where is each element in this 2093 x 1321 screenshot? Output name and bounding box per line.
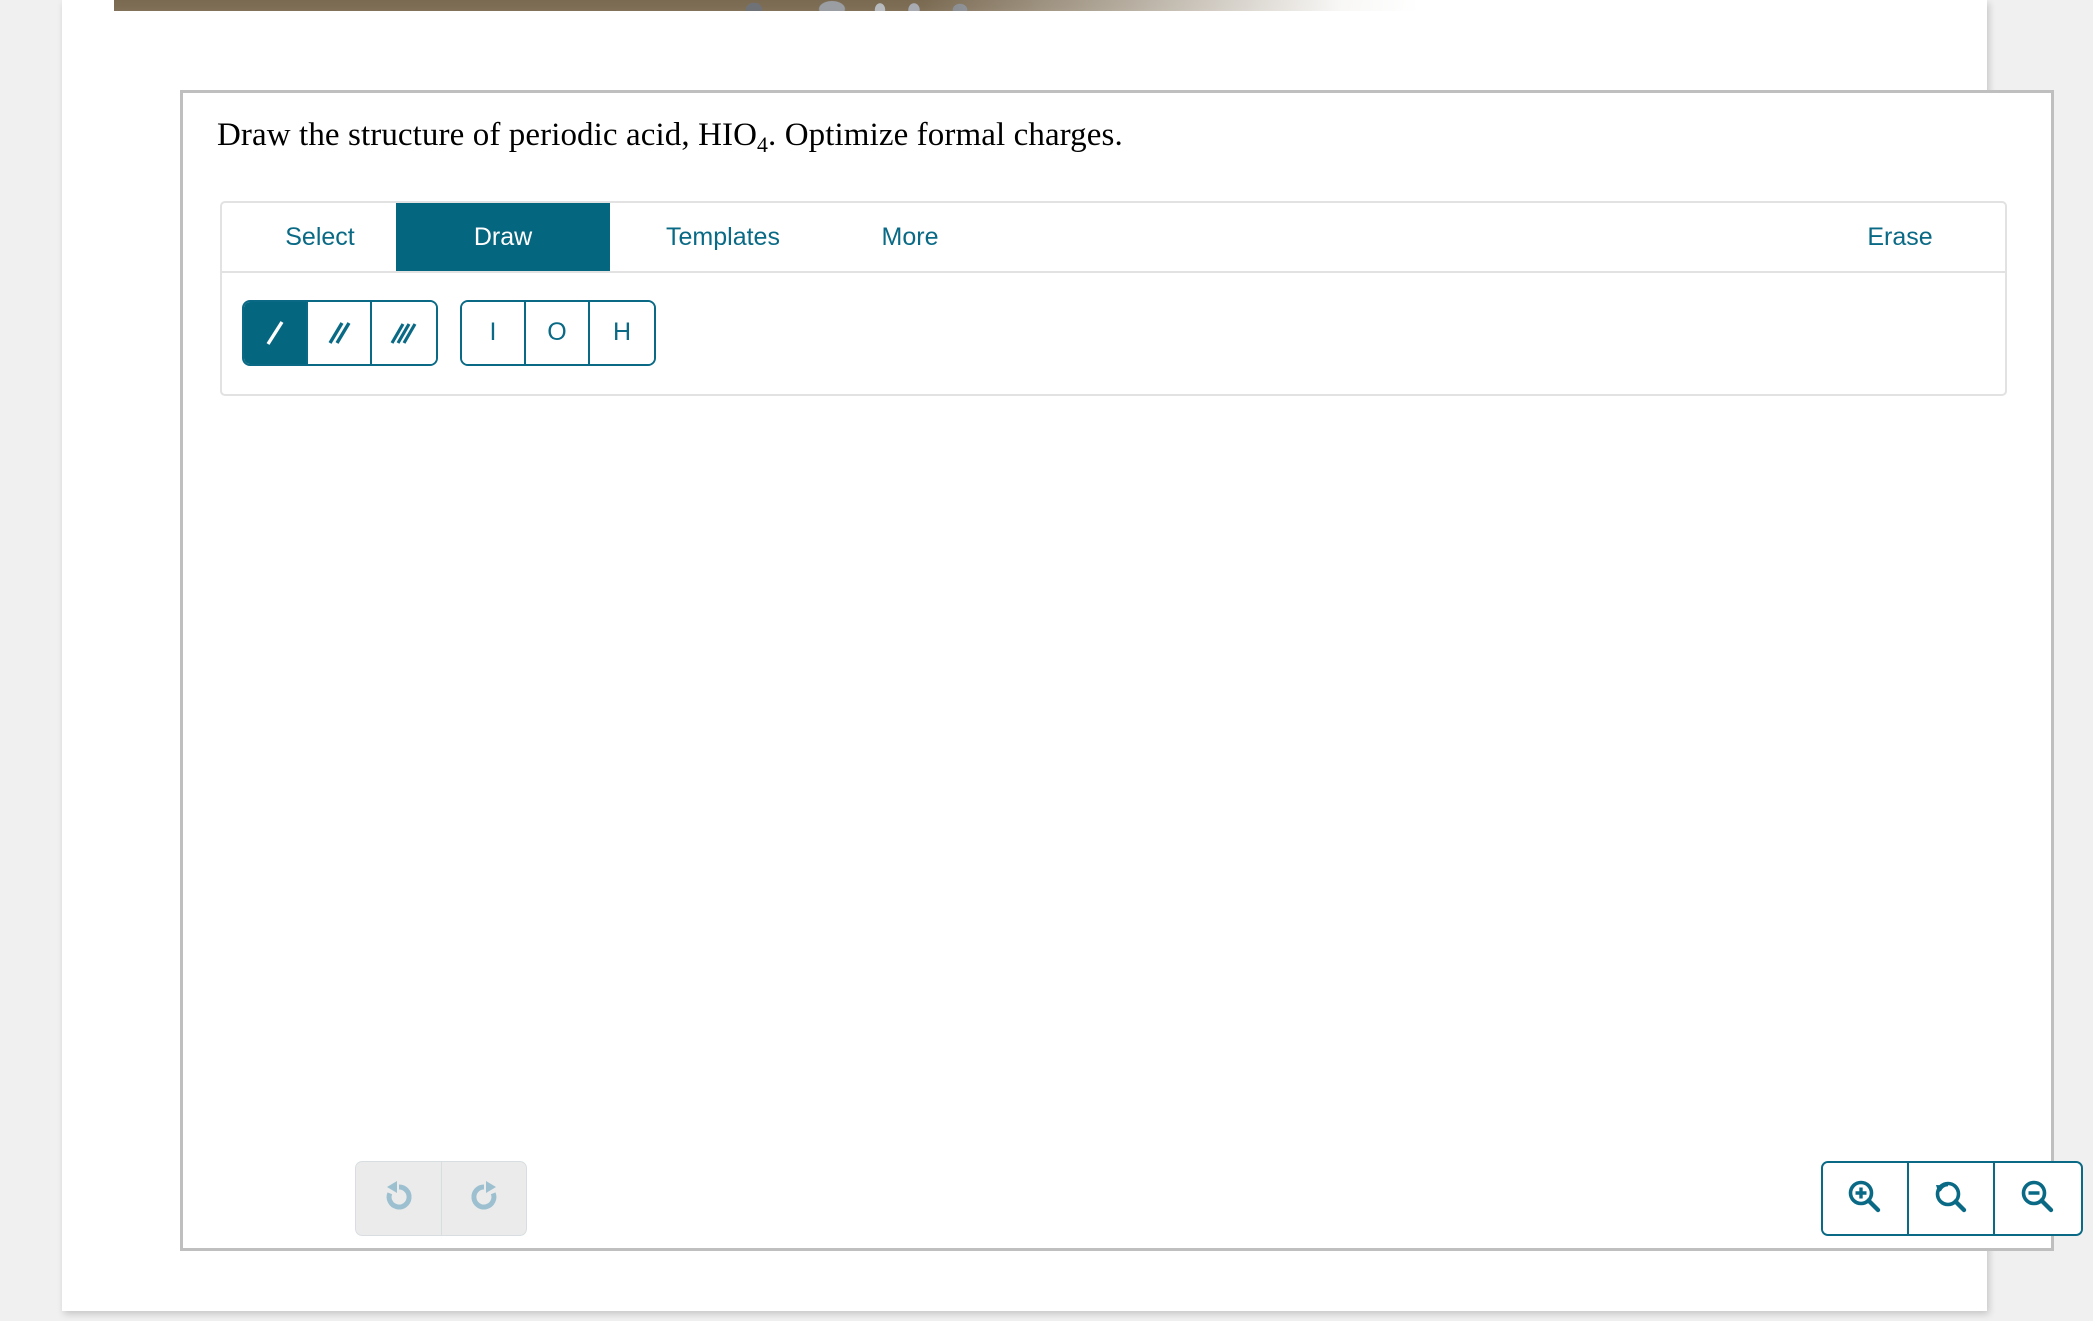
tab-templates[interactable]: Templates [633,203,813,271]
question-card: Draw the structure of periodic acid, HIO… [180,90,2083,1251]
redo-icon [464,1177,504,1220]
bond-tool-group [242,299,438,366]
formula-subscript: 4 [757,132,769,157]
zoom-reset-icon [1930,1176,1972,1221]
editor-tab-bar: Select Draw Templates More Erase [222,203,2005,273]
zoom-in-button[interactable] [1823,1163,1909,1234]
tab-erase[interactable]: Erase [1825,203,1975,271]
editor-tool-row: I O H [222,273,2005,392]
tab-draw[interactable]: Draw [396,203,610,271]
zoom-in-icon [1844,1176,1886,1221]
double-bond-icon [319,313,359,353]
tab-bar-spacer [965,203,1825,271]
zoom-control-group [1821,1161,2083,1236]
zoom-out-button[interactable] [1995,1163,2081,1234]
tab-more[interactable]: More [855,203,965,271]
element-button-i[interactable]: I [462,301,526,364]
undo-button[interactable] [355,1161,441,1236]
banner-image-content [114,0,1419,11]
cropped-header-image [114,0,1419,11]
element-tool-group: I O H [460,299,656,366]
triple-bond-icon [384,313,424,353]
single-bond-button[interactable] [244,301,308,364]
molecule-canvas[interactable] [220,403,2007,1093]
molecule-editor: Select Draw Templates More Erase I O H [220,201,2007,396]
undo-icon [379,1177,419,1220]
double-bond-button[interactable] [308,301,372,364]
question-prompt: Draw the structure of periodic acid, HIO… [217,117,1123,158]
prompt-text-prefix: Draw the structure of periodic acid, HIO [217,117,758,153]
prompt-text-suffix: . Optimize formal charges. [768,117,1123,153]
triple-bond-button[interactable] [372,301,436,364]
page-sheet: Draw the structure of periodic acid, HIO… [62,0,2083,1311]
redo-button[interactable] [441,1161,527,1236]
tab-select[interactable]: Select [244,203,396,271]
element-button-o[interactable]: O [526,301,590,364]
single-bond-icon [255,313,295,353]
zoom-out-icon [2017,1176,2059,1221]
zoom-reset-button[interactable] [1909,1163,1995,1234]
element-button-h[interactable]: H [590,301,654,364]
history-control-group [355,1161,527,1236]
